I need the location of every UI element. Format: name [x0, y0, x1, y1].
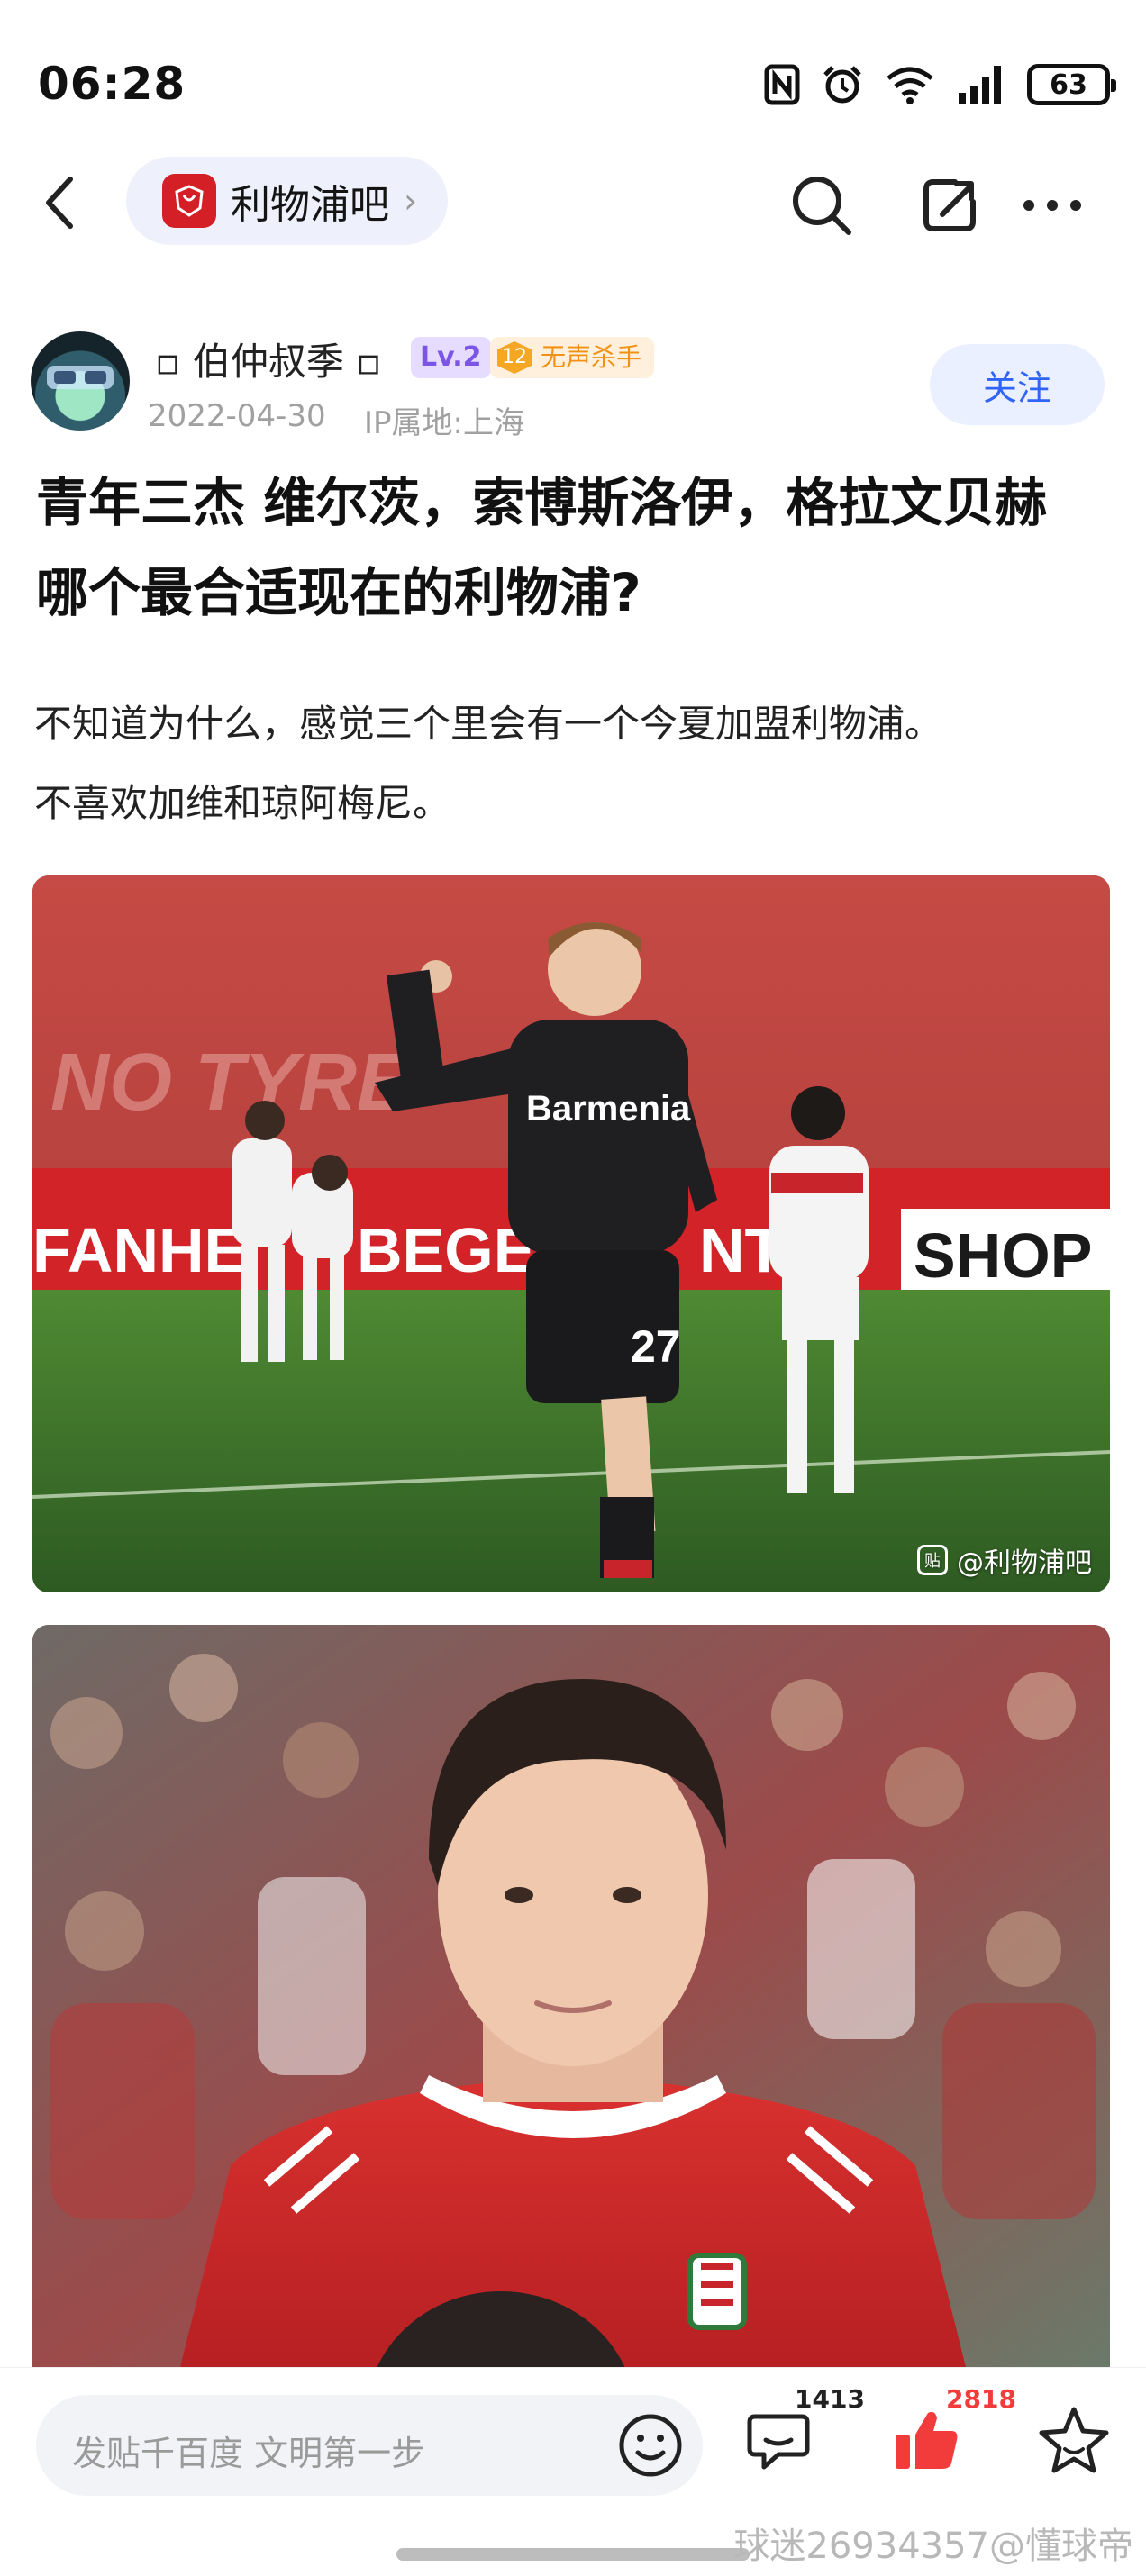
post-body-line: 不知道为什么，感觉三个里会有一个今夏加盟利物浦。	[34, 702, 943, 746]
comment-count: 1413	[795, 2384, 865, 2414]
follow-button[interactable]: 关注	[930, 344, 1105, 425]
nav-bar: 利物浦吧 ›	[0, 153, 1146, 252]
author-row: ▫ 伯仲叔季 ▫ Lv.2 12 无声杀手 2022-04-30 IP属地:上海…	[0, 324, 1146, 450]
share-icon	[923, 179, 976, 231]
stand-text: NO TYRE	[50, 1038, 414, 1128]
board-text: SHOP	[914, 1220, 1092, 1291]
chevron-right-icon: ›	[404, 181, 418, 221]
post-date: 2022-04-30	[148, 398, 326, 434]
battery-icon: 63	[1027, 64, 1116, 105]
emoji-icon	[619, 2414, 682, 2477]
author-name[interactable]: ▫ 伯仲叔季 ▫	[155, 331, 382, 386]
football-photo-1: NO TYRE FANHE BEGEH NT SHOP Barmenia 27	[32, 875, 1110, 1592]
level-badge: Lv.2	[411, 337, 491, 378]
alarm-icon	[823, 66, 861, 104]
football-photo-2	[32, 1625, 1110, 2381]
comment-icon	[747, 2414, 810, 2470]
reply-input[interactable]: 发贴千百度 文明第一步	[36, 2395, 703, 2496]
forum-link[interactable]: 利物浦吧 ›	[126, 157, 449, 245]
forum-logo-icon	[162, 174, 216, 228]
comment-button[interactable]: 1413	[742, 2384, 865, 2485]
post-title: 青年三杰 维尔茨，索博斯洛伊，格拉文贝赫 哪个最合适现在的利物浦?	[36, 472, 1048, 623]
image-watermark: 贴 @利物浦吧	[917, 1540, 1092, 1580]
status-time: 06:28	[38, 58, 186, 110]
more-button[interactable]	[1018, 171, 1087, 240]
avatar[interactable]	[31, 331, 130, 431]
title-text: 无声杀手	[541, 342, 642, 372]
battery-level: 63	[1050, 68, 1087, 101]
jersey-number: 27	[631, 1321, 681, 1372]
nfc-icon	[764, 64, 800, 105]
title-level: 12	[497, 341, 532, 374]
back-button[interactable]	[41, 173, 96, 232]
post-body: 不知道为什么，感觉三个里会有一个今夏加盟利物浦。 不喜欢加维和琼阿梅尼。	[34, 685, 1124, 843]
status-bar: 06:28 63	[0, 0, 1146, 171]
watermark-text: @利物浦吧	[957, 1547, 1092, 1579]
post-body-line: 不喜欢加维和琼阿梅尼。	[34, 781, 451, 825]
star-icon	[1039, 2407, 1109, 2473]
favorite-button[interactable]	[1038, 2404, 1119, 2485]
reply-placeholder: 发贴千百度 文明第一步	[72, 2434, 426, 2473]
post-image-2[interactable]	[32, 1625, 1110, 2381]
emoji-button[interactable]	[616, 2411, 685, 2480]
forum-name: 利物浦吧	[231, 182, 389, 228]
search-button[interactable]	[787, 171, 856, 240]
home-indicator[interactable]	[396, 2548, 750, 2561]
signal-icon	[959, 66, 1001, 104]
wifi-icon	[887, 67, 933, 104]
share-button[interactable]	[915, 171, 984, 240]
chevron-left-icon	[46, 177, 73, 229]
post-ip: IP属地:上海	[364, 405, 524, 441]
like-button[interactable]: 2818	[890, 2384, 1016, 2485]
post-image-1[interactable]: NO TYRE FANHE BEGEH NT SHOP Barmenia 27 …	[32, 875, 1110, 1592]
thumbs-up-icon	[896, 2411, 958, 2469]
more-icon	[1023, 200, 1081, 211]
title-badge: 12 无声杀手	[490, 337, 655, 378]
footer-watermark: 球迷26934357@懂球帝	[733, 2526, 1133, 2567]
jersey-sponsor: Barmenia	[526, 1089, 691, 1129]
search-icon	[793, 177, 851, 235]
status-icons: 63	[764, 59, 1116, 110]
tieba-logo-icon: 贴	[917, 1545, 948, 1575]
like-count: 2818	[946, 2384, 1016, 2414]
board-text: FANHE	[32, 1215, 246, 1285]
